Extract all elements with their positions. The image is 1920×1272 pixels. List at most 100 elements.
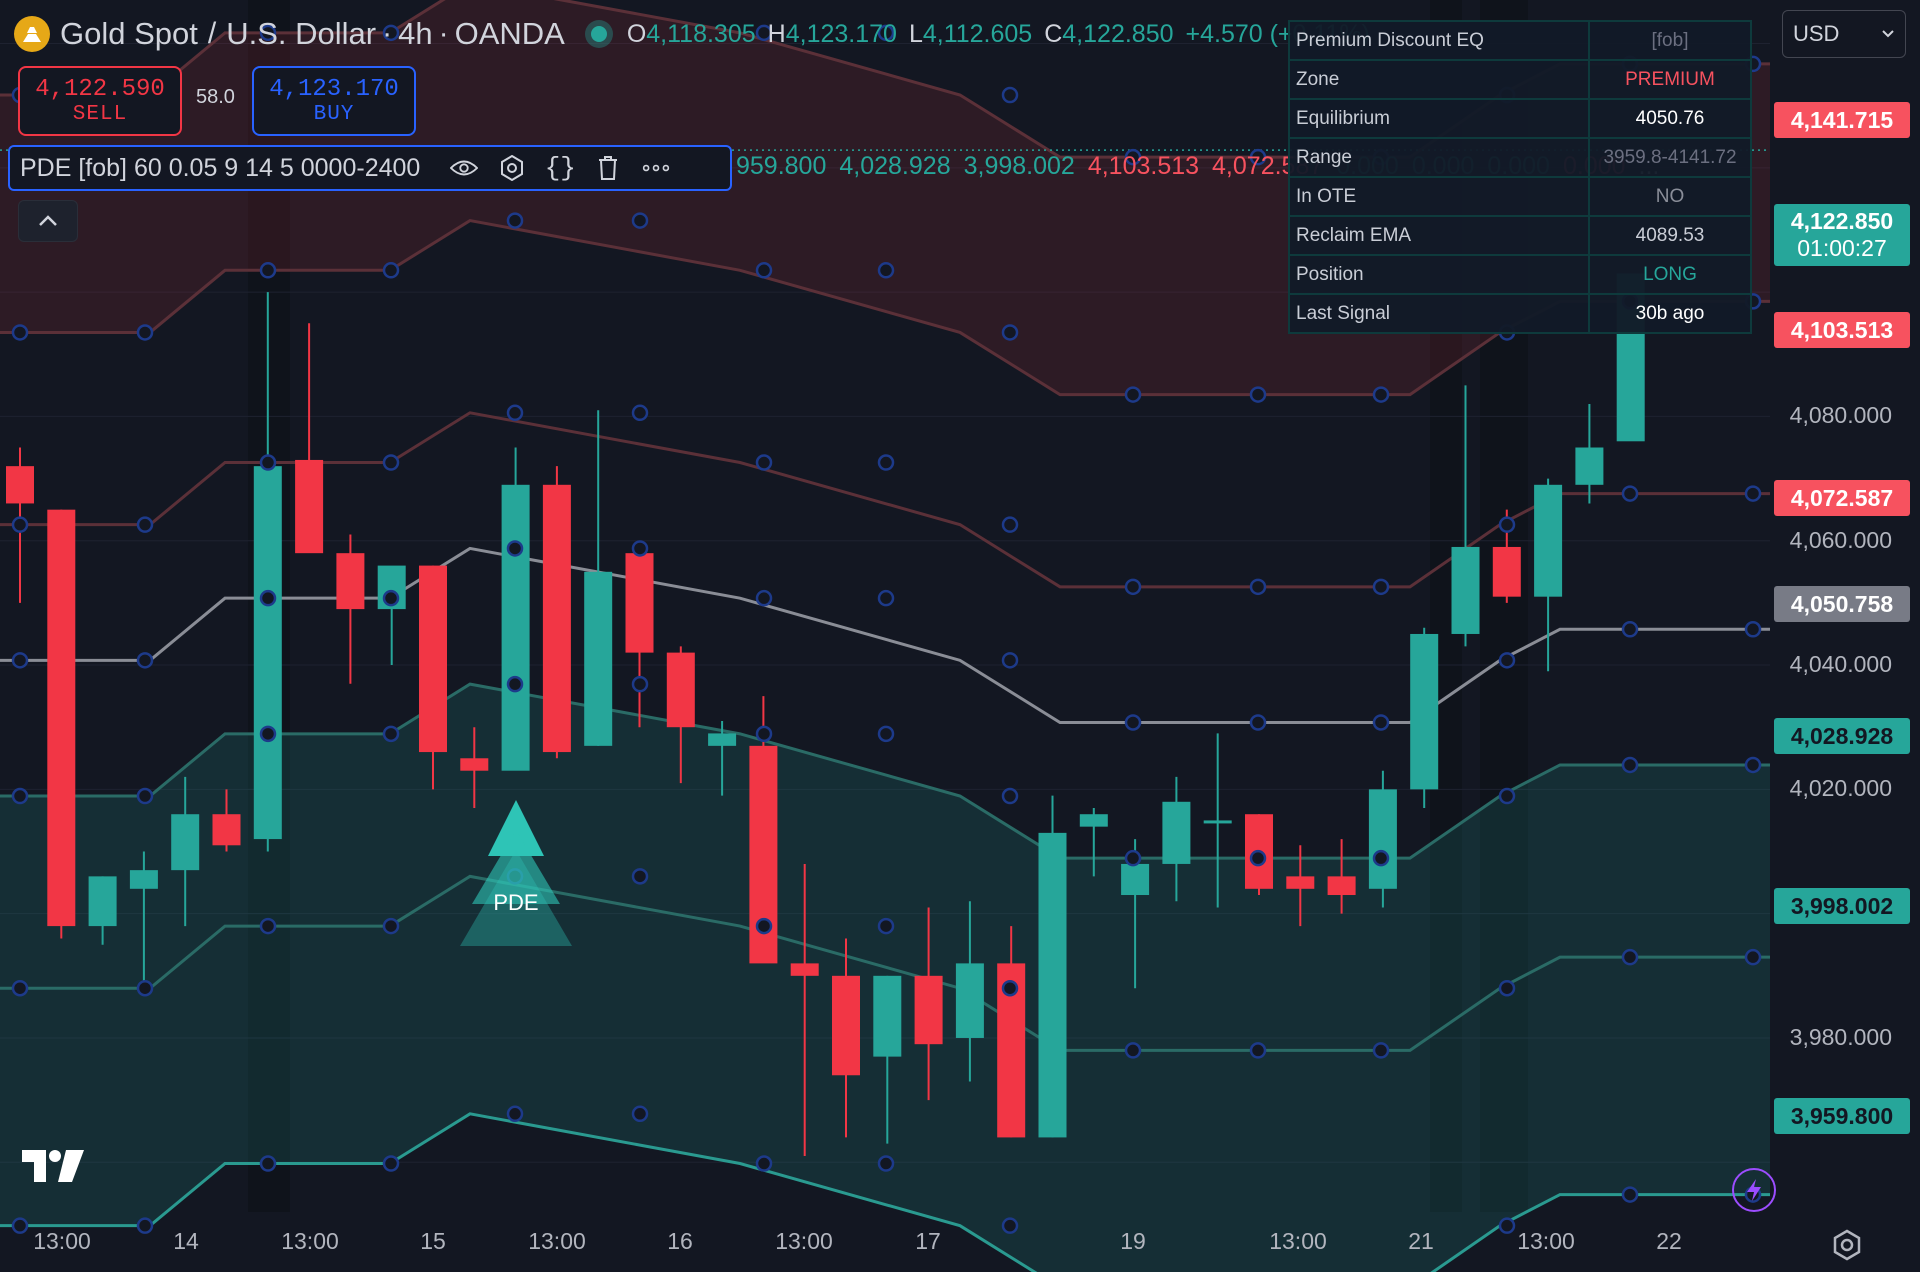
more-icon[interactable] <box>642 154 670 182</box>
currency-selector[interactable]: USD <box>1782 10 1906 58</box>
ohlc-low: L4,112.605 <box>908 19 1033 48</box>
code-braces-icon[interactable]: {} <box>545 153 576 183</box>
table-row-value: 30b ago <box>1588 293 1752 334</box>
band-dot <box>631 404 649 422</box>
candle-body <box>1038 832 1067 1138</box>
band-dot <box>382 589 400 607</box>
band-dot <box>877 1155 895 1172</box>
table-row-label: Equilibrium <box>1288 98 1590 139</box>
band-dot <box>136 324 154 341</box>
price-label: 3,998.002 <box>1774 888 1910 924</box>
signal-label: PDE <box>493 890 538 915</box>
band-dot <box>1498 1217 1516 1234</box>
candle-body <box>253 466 282 840</box>
band-dot <box>631 540 649 557</box>
price-tick: 4,040.000 <box>1789 651 1892 678</box>
band-dot <box>755 262 773 279</box>
collapse-legend-button[interactable] <box>18 200 78 242</box>
band-dot <box>1001 787 1019 805</box>
indicator-legend[interactable]: PDE [fob] 60 0.05 9 14 5 0000-2400 {} <box>8 145 732 191</box>
time-tick: 21 <box>1408 1228 1434 1254</box>
candle-body <box>666 652 695 728</box>
lightning-icon[interactable] <box>1732 1168 1776 1212</box>
band-dot <box>136 979 154 997</box>
time-tick: 13:00 <box>775 1228 833 1254</box>
candle-body <box>212 814 241 846</box>
buy-button[interactable]: 4,123.170 BUY <box>252 66 416 136</box>
band-dot <box>506 675 524 693</box>
gear-icon[interactable] <box>498 154 526 182</box>
candle-body <box>1492 546 1521 597</box>
band-dot <box>136 652 154 669</box>
time-tick: 13:00 <box>281 1228 339 1254</box>
timeframe[interactable]: 4h <box>398 16 432 52</box>
time-tick: 19 <box>1120 1228 1146 1254</box>
band-dot <box>631 1105 649 1123</box>
band-dot <box>1372 1042 1390 1059</box>
band-dot <box>506 404 524 422</box>
table-title: Premium Discount EQ <box>1288 20 1590 61</box>
band-dot <box>755 454 773 471</box>
price-tick: 4,080.000 <box>1789 402 1892 429</box>
sell-button[interactable]: 4,122.590 SELL <box>18 66 182 136</box>
tradingview-logo[interactable] <box>22 1150 86 1189</box>
candle-body <box>1162 801 1191 864</box>
market-open-icon <box>590 26 607 42</box>
quote-currency: U.S. Dollar <box>226 16 377 51</box>
candle-body <box>1575 447 1604 485</box>
candle-body <box>1534 484 1563 597</box>
band-dot <box>755 1155 773 1172</box>
candle-body <box>1368 789 1397 889</box>
buy-price: 4,123.170 <box>269 76 399 103</box>
band-dot <box>11 1217 29 1234</box>
table-row: Zone PREMIUM <box>1288 59 1752 100</box>
table-row-label: Range <box>1288 137 1590 178</box>
table-row-value: 4089.53 <box>1588 215 1752 256</box>
candle-body <box>1286 876 1315 889</box>
time-tick: 13:00 <box>33 1228 91 1254</box>
band-dot <box>1249 849 1267 867</box>
candle-body <box>47 509 76 927</box>
time-tick: 17 <box>915 1228 941 1254</box>
time-tick: 14 <box>173 1228 199 1254</box>
band-dot <box>1001 652 1019 669</box>
gold-coin-icon <box>14 16 50 52</box>
band-dot <box>1744 948 1762 966</box>
band-dot <box>11 652 29 669</box>
indicator-title[interactable]: PDE [fob] 60 0.05 9 14 5 0000-2400 <box>20 154 420 183</box>
candle-body <box>460 758 489 771</box>
trash-icon[interactable] <box>594 154 622 182</box>
price-label: 4,028.928 <box>1774 718 1910 754</box>
table-row-label: Last Signal <box>1288 293 1590 334</box>
table-row-label: In OTE <box>1288 176 1590 217</box>
band-dot <box>1498 979 1516 997</box>
candle-body <box>88 876 117 927</box>
band-dot <box>755 917 773 935</box>
spread-value: 58.0 <box>196 86 235 108</box>
band-dot <box>1744 756 1762 774</box>
band-dot <box>259 1155 277 1172</box>
band-dot <box>1621 621 1639 638</box>
table-row: Range 3959.8-4141.72 <box>1288 137 1752 178</box>
premium-discount-table: Premium Discount EQ [fob] Zone PREMIUM Equ… <box>1288 20 1752 334</box>
chart-settings-gear-icon[interactable] <box>1830 1228 1864 1267</box>
price-label: 4,050.758 <box>1774 586 1910 622</box>
candle-body <box>419 565 447 753</box>
table-row-value: 4050.76 <box>1588 98 1752 139</box>
broker-name: OANDA <box>454 16 565 51</box>
candle-body <box>295 459 324 554</box>
band-dot <box>259 725 277 743</box>
price-tick: 4,020.000 <box>1789 775 1892 802</box>
symbol-header: Gold Spot / U.S. Dollar · 4h · OANDA O4,… <box>14 12 1370 56</box>
price-label: 4,122.850 01:00:27 <box>1774 204 1910 266</box>
symbol-name[interactable]: Gold Spot <box>60 16 198 52</box>
table-row-label: Zone <box>1288 59 1590 100</box>
band-dot <box>382 725 400 743</box>
price-label: 3,959.800 <box>1774 1098 1910 1134</box>
price-tick: 4,060.000 <box>1789 526 1892 553</box>
eye-icon[interactable] <box>450 154 479 182</box>
band-dot <box>136 1217 154 1234</box>
chevron-down-icon <box>1882 30 1894 38</box>
band-dot <box>1498 516 1516 533</box>
candle-body <box>1079 814 1108 827</box>
